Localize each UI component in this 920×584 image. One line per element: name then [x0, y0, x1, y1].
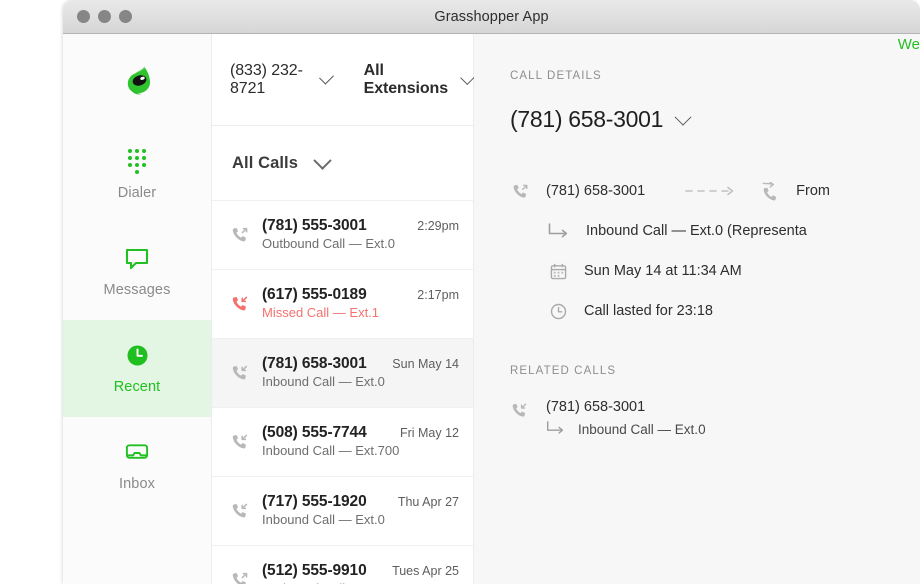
call-duration-text: Call lasted for 23:18: [584, 303, 713, 319]
related-call-item[interactable]: (781) 658-3001 Inbound Call — Ext.0: [510, 399, 920, 438]
call-type-text: Inbound Call — Ext.0 (Representa: [586, 223, 807, 239]
arrow-corner-right-icon: [546, 421, 566, 438]
call-date-text: Sun May 14 at 11:34 AM: [584, 263, 742, 279]
zoom-button[interactable]: [119, 10, 132, 23]
call-filter-dropdown[interactable]: All Calls: [212, 126, 473, 201]
call-row-subtitle: Inbound Call — Ext.0: [262, 512, 385, 527]
call-row-time: 2:29pm: [417, 219, 459, 233]
sidebar: Dialer Messages Recen: [63, 34, 212, 584]
call-row-time: Tues Apr 25: [392, 564, 459, 578]
chevron-down-icon: [319, 69, 334, 84]
clock-outline-icon: [548, 303, 568, 320]
call-row-time: 2:17pm: [417, 288, 459, 302]
call-list[interactable]: (781) 555-3001 2:29pm Outbound Call — Ext.…: [212, 201, 473, 584]
call-details-panel: We CALL DETAILS (781) 658-3001 (781) 658…: [474, 34, 920, 584]
route-arrow-icon: [685, 185, 737, 197]
sidebar-item-recent[interactable]: Recent: [63, 320, 211, 417]
window-body: Dialer Messages Recen: [63, 34, 920, 584]
related-calls-section: RELATED CALLS (781) 658-3001: [510, 365, 920, 438]
sidebar-item-label-recent: Recent: [114, 379, 161, 395]
phone-inbound-icon: [510, 399, 530, 425]
call-list-row[interactable]: (512) 555-9910Tues Apr 25Outbound Call —…: [212, 546, 473, 584]
phone-forward-icon: [759, 182, 780, 201]
call-row-number: (512) 555-9910: [262, 562, 367, 580]
inbox-tray-icon: [124, 440, 150, 466]
call-row-number: (508) 555-7744: [262, 424, 367, 442]
message-bubble-icon: [124, 246, 150, 272]
phone-inbound-icon: [230, 501, 262, 521]
close-button[interactable]: [77, 10, 90, 23]
call-list-row[interactable]: (717) 555-1920 Thu Apr 27 Inbound Call — E…: [212, 477, 473, 546]
call-row-number: (617) 555-0189: [262, 286, 367, 304]
call-duration-row: Call lasted for 23:18: [510, 291, 920, 331]
call-details-rows: (781) 658-3001 From: [510, 171, 920, 331]
extension-filter-label: All Extensions: [364, 62, 451, 98]
minimize-button[interactable]: [98, 10, 111, 23]
call-row-number: (781) 555-3001: [262, 217, 367, 235]
chevron-down-icon: [313, 151, 331, 169]
grasshopper-logo: [63, 34, 211, 126]
sidebar-item-label-dialer: Dialer: [118, 185, 156, 201]
call-details-number-selector[interactable]: (781) 658-3001: [510, 106, 920, 133]
call-row-time: Thu Apr 27: [398, 495, 459, 509]
call-details-section-label: CALL DETAILS: [510, 70, 920, 82]
call-date-row: Sun May 14 at 11:34 AM: [510, 251, 920, 291]
call-row-subtitle: Outbound Call — Ext.0: [262, 236, 395, 251]
phone-outbound-icon: [230, 570, 262, 584]
arrow-corner-right-icon: [548, 223, 570, 239]
call-list-row[interactable]: (781) 658-3001 Sun May 14 Inbound Call — E…: [212, 339, 473, 408]
call-row-subtitle: Missed Call — Ext.1: [262, 305, 379, 320]
sidebar-item-label-messages: Messages: [104, 282, 171, 298]
sidebar-item-dialer[interactable]: Dialer: [63, 126, 211, 223]
call-route-from-number: (781) 658-3001: [546, 183, 645, 199]
call-row-time: Sun May 14: [392, 357, 459, 371]
call-type-row: Inbound Call — Ext.0 (Representa: [510, 211, 920, 251]
phone-outbound-icon: [230, 225, 262, 245]
sidebar-item-inbox[interactable]: Inbox: [63, 417, 211, 514]
call-row-number: (781) 658-3001: [262, 355, 367, 373]
sidebar-item-label-inbox: Inbox: [119, 476, 155, 492]
call-list-row[interactable]: (617) 555-0189 2:17pm Missed Call — Ext.1: [212, 270, 473, 339]
call-route-row: (781) 658-3001 From: [510, 171, 920, 211]
traffic-light-group: [77, 0, 132, 33]
related-call-subtitle: Inbound Call — Ext.0: [578, 422, 706, 437]
call-row-time: Fri May 12: [400, 426, 459, 440]
phone-inbound-icon: [230, 432, 262, 452]
phone-number-selector[interactable]: (833) 232-8721: [230, 62, 331, 98]
call-row-subtitle: Inbound Call — Ext.700: [262, 443, 399, 458]
window-title: Grasshopper App: [63, 9, 920, 25]
call-list-row[interactable]: (781) 555-3001 2:29pm Outbound Call — Ext.…: [212, 201, 473, 270]
call-list-column: (833) 232-8721 All Extensions All Calls …: [212, 34, 474, 584]
chevron-down-icon: [675, 108, 692, 125]
welcome-text[interactable]: We: [898, 34, 920, 90]
call-filter-label: All Calls: [232, 154, 298, 173]
phone-inbound-icon: [230, 294, 262, 314]
call-row-number: (717) 555-1920: [262, 493, 367, 511]
call-row-subtitle: Inbound Call — Ext.0: [262, 374, 385, 389]
sidebar-item-messages[interactable]: Messages: [63, 223, 211, 320]
window-titlebar: Grasshopper App: [63, 0, 920, 34]
related-call-subtitle-row: Inbound Call — Ext.0: [546, 421, 706, 438]
app-window: Grasshopper App: [63, 0, 920, 584]
phone-inbound-icon: [230, 363, 262, 383]
top-toolbar: (833) 232-8721 All Extensions: [212, 34, 473, 126]
call-details-number: (781) 658-3001: [510, 106, 663, 133]
calendar-icon: [548, 263, 568, 280]
extension-filter-selector[interactable]: All Extensions: [364, 62, 473, 98]
dialpad-icon: [124, 149, 150, 175]
phone-outbound-icon: [510, 182, 530, 201]
related-call-number: (781) 658-3001: [546, 399, 706, 415]
call-list-row[interactable]: (508) 555-7744 Fri May 12Inbound Call — E…: [212, 408, 473, 477]
selected-phone-number: (833) 232-8721: [230, 62, 309, 98]
call-route-to-label: From: [796, 183, 830, 199]
related-calls-label: RELATED CALLS: [510, 365, 920, 377]
clock-icon: [124, 343, 150, 369]
